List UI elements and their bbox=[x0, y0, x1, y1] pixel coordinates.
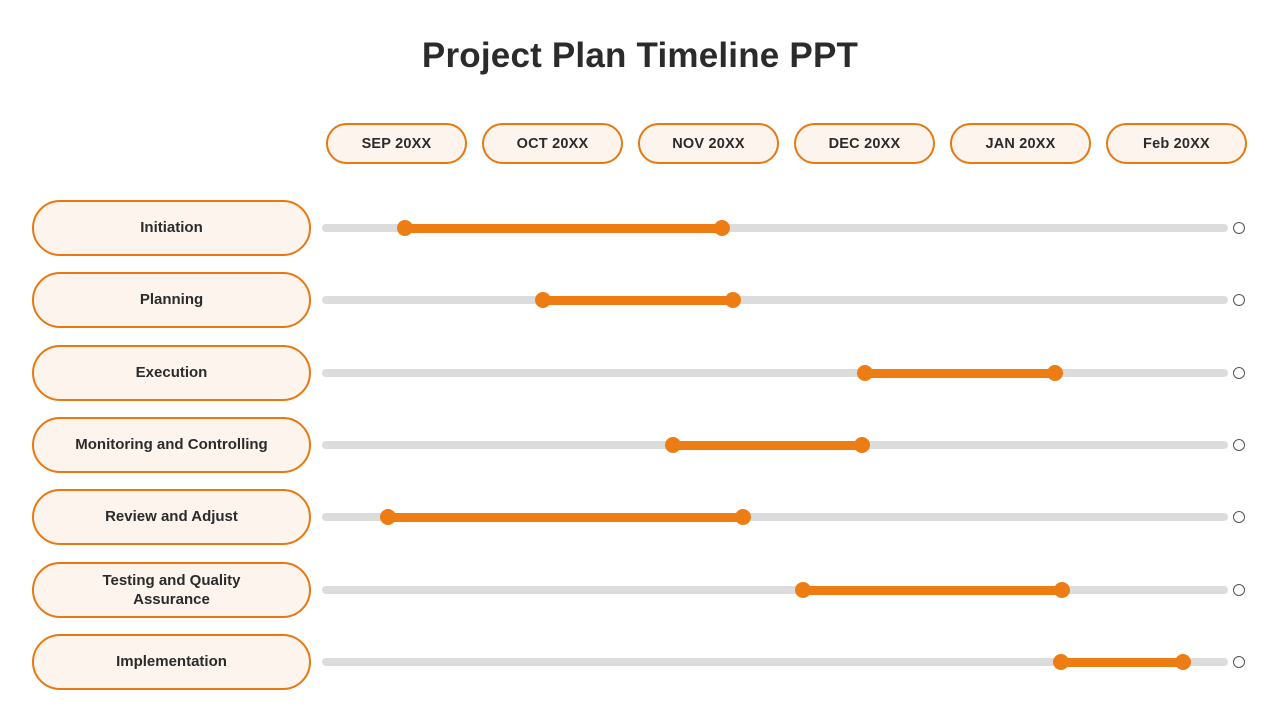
task-start-handle[interactable] bbox=[380, 509, 396, 525]
timeline-row: Initiation bbox=[0, 200, 1280, 256]
task-start-handle[interactable] bbox=[1053, 654, 1069, 670]
task-label-pill[interactable]: Planning bbox=[32, 272, 311, 328]
task-end-handle[interactable] bbox=[714, 220, 730, 236]
month-pill[interactable]: JAN 20XX bbox=[950, 123, 1091, 164]
month-pill[interactable]: Feb 20XX bbox=[1106, 123, 1247, 164]
task-duration-bar[interactable] bbox=[673, 440, 862, 450]
timeline-track bbox=[322, 586, 1228, 594]
task-duration-bar[interactable] bbox=[803, 585, 1062, 595]
task-duration-bar[interactable] bbox=[1061, 657, 1183, 667]
timeline-row: Planning bbox=[0, 272, 1280, 328]
timeline-row: Testing and Quality Assurance bbox=[0, 562, 1280, 618]
task-start-handle[interactable] bbox=[795, 582, 811, 598]
task-end-handle[interactable] bbox=[1047, 365, 1063, 381]
task-duration-bar[interactable] bbox=[405, 223, 722, 233]
timeline-track bbox=[322, 296, 1228, 304]
task-duration-bar[interactable] bbox=[543, 295, 733, 305]
task-end-handle[interactable] bbox=[1054, 582, 1070, 598]
timeline-row: Execution bbox=[0, 345, 1280, 401]
task-start-handle[interactable] bbox=[535, 292, 551, 308]
task-label-pill[interactable]: Testing and Quality Assurance bbox=[32, 562, 311, 618]
task-start-handle[interactable] bbox=[397, 220, 413, 236]
month-pill[interactable]: OCT 20XX bbox=[482, 123, 623, 164]
task-end-handle[interactable] bbox=[725, 292, 741, 308]
timeline-row: Monitoring and Controlling bbox=[0, 417, 1280, 473]
timeline-end-marker-icon bbox=[1233, 367, 1245, 379]
month-pill[interactable]: DEC 20XX bbox=[794, 123, 935, 164]
timeline-row: Implementation bbox=[0, 634, 1280, 690]
month-pill[interactable]: NOV 20XX bbox=[638, 123, 779, 164]
timeline-end-marker-icon bbox=[1233, 584, 1245, 596]
task-label-pill[interactable]: Execution bbox=[32, 345, 311, 401]
month-pill[interactable]: SEP 20XX bbox=[326, 123, 467, 164]
task-duration-bar[interactable] bbox=[388, 512, 743, 522]
task-label-pill[interactable]: Initiation bbox=[32, 200, 311, 256]
task-end-handle[interactable] bbox=[854, 437, 870, 453]
slide-canvas: Project Plan Timeline PPT SEP 20XX OCT 20… bbox=[0, 0, 1280, 720]
task-duration-bar[interactable] bbox=[865, 368, 1055, 378]
timeline-end-marker-icon bbox=[1233, 222, 1245, 234]
task-label-pill[interactable]: Review and Adjust bbox=[32, 489, 311, 545]
timeline-track bbox=[322, 369, 1228, 377]
timeline-end-marker-icon bbox=[1233, 294, 1245, 306]
timeline-end-marker-icon bbox=[1233, 439, 1245, 451]
task-label-pill[interactable]: Implementation bbox=[32, 634, 311, 690]
page-title: Project Plan Timeline PPT bbox=[421, 36, 859, 75]
task-end-handle[interactable] bbox=[1175, 654, 1191, 670]
task-start-handle[interactable] bbox=[857, 365, 873, 381]
task-end-handle[interactable] bbox=[735, 509, 751, 525]
timeline-row: Review and Adjust bbox=[0, 489, 1280, 545]
timeline-end-marker-icon bbox=[1233, 656, 1245, 668]
task-label-pill[interactable]: Monitoring and Controlling bbox=[32, 417, 311, 473]
timeline-end-marker-icon bbox=[1233, 511, 1245, 523]
task-start-handle[interactable] bbox=[665, 437, 681, 453]
